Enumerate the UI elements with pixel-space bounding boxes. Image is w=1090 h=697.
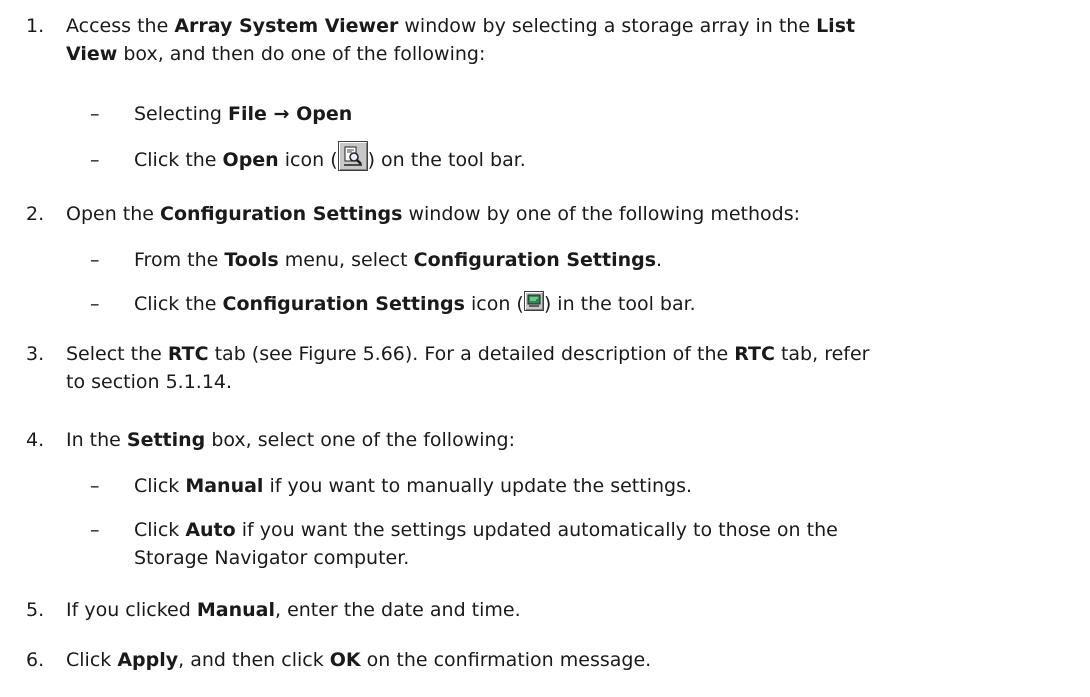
step-number: 1.: [26, 15, 45, 37]
step-number: 4.: [26, 429, 45, 451]
bold-term: File → Open: [228, 103, 353, 125]
step-text: Select the RTC tab (see Figure 5.66). Fo…: [66, 343, 870, 393]
bold-term: RTC: [734, 343, 775, 365]
step-number: 3.: [26, 343, 45, 365]
step-number: 5.: [26, 599, 45, 621]
instructions-document: 1. Access the Array System Viewer window…: [0, 0, 1090, 697]
search-document-icon: [337, 140, 368, 171]
bold-term: Auto: [185, 519, 236, 541]
dash-marker: –: [90, 249, 100, 271]
step-text: Click Apply, and then click OK on the co…: [66, 649, 652, 671]
bold-term: Array System Viewer: [174, 15, 399, 37]
bold-term: Configuration Settings: [413, 249, 657, 271]
bold-term: Manual: [185, 475, 264, 497]
bold-term: Tools: [224, 249, 279, 271]
dash-marker: –: [90, 293, 100, 315]
bold-term: Configuration Settings: [160, 203, 403, 225]
config-settings-icon: [523, 290, 544, 311]
step-text: Access the Array System Viewer window by…: [66, 15, 856, 65]
bold-term: Setting: [126, 429, 206, 451]
step-text: In the Setting box, select one of the fo…: [66, 429, 516, 451]
step-number: 6.: [26, 649, 45, 671]
dash-marker: –: [90, 103, 100, 125]
bold-term: View: [66, 43, 118, 65]
bold-term: List: [816, 15, 856, 37]
dash-marker: –: [90, 519, 100, 541]
bold-term: OK: [329, 649, 361, 671]
bold-term: RTC: [167, 343, 209, 365]
bold-term: Apply: [117, 649, 179, 671]
dash-marker: –: [90, 149, 100, 171]
step-number: 2.: [26, 203, 45, 225]
bold-term: Open: [222, 149, 279, 171]
step-text: Open the Configuration Settings window b…: [66, 203, 801, 225]
bold-term: Configuration Settings: [222, 293, 465, 315]
bold-term: Manual: [196, 599, 275, 621]
step-text: If you clicked Manual, enter the date an…: [66, 599, 521, 621]
dash-marker: –: [90, 475, 100, 497]
